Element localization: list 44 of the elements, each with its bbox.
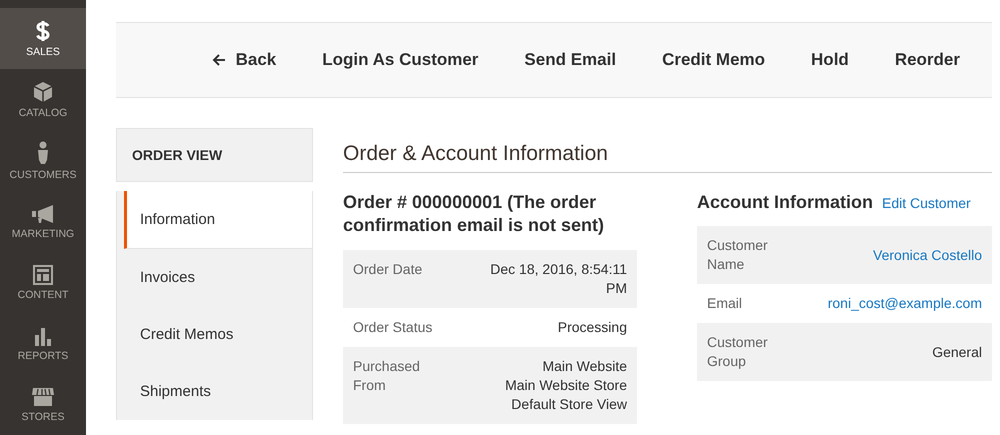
order-title: Order # 000000001 (The order confirmation email is not sent) bbox=[343, 191, 606, 238]
row-value: Default Store View bbox=[511, 394, 627, 414]
sidebar-item[interactable]: MARKETING bbox=[0, 191, 86, 252]
row-label: Customer Group bbox=[707, 333, 769, 372]
row-value: Dec 18, 2016, 8:54:11 PM bbox=[489, 260, 627, 298]
layout-icon bbox=[33, 264, 53, 284]
account-title: Account Information bbox=[697, 191, 873, 214]
toolbar-button[interactable]: Send Email bbox=[524, 50, 616, 70]
row-value: Main Website bbox=[542, 356, 627, 376]
sidebar-item[interactable]: SALES bbox=[0, 8, 86, 69]
nav-tab[interactable]: Invoices bbox=[124, 249, 312, 306]
toolbar-button[interactable]: Reorder bbox=[894, 50, 960, 70]
sidebar-item[interactable]: CUSTOMERS bbox=[0, 130, 86, 191]
sidebar-item[interactable]: CONTENT bbox=[0, 252, 86, 313]
sidebar-item[interactable]: REPORTS bbox=[0, 313, 86, 374]
nav-tab[interactable]: Credit Memos bbox=[124, 306, 312, 363]
toolbar-button[interactable]: Login As Customer bbox=[322, 50, 478, 70]
dollar-icon bbox=[35, 20, 51, 42]
row-value: General bbox=[931, 342, 982, 362]
megaphone-icon bbox=[31, 204, 55, 224]
toolbar-button[interactable]: Hold bbox=[811, 50, 849, 70]
row-link[interactable]: roni_cost@example.com bbox=[828, 294, 982, 314]
edit-customer-link[interactable]: Edit Customer bbox=[882, 195, 971, 211]
row-label: Order Date bbox=[353, 260, 424, 279]
row-link[interactable]: Veronica Costello bbox=[873, 246, 982, 265]
order-view-heading: ORDER VIEW bbox=[116, 128, 313, 182]
box-icon bbox=[33, 80, 53, 102]
nav-tab[interactable]: Information bbox=[124, 191, 312, 249]
row-label: Purchased From bbox=[353, 356, 421, 395]
person-icon bbox=[37, 140, 49, 164]
row-value: Processing bbox=[558, 318, 627, 337]
row-value: Main Website Store bbox=[505, 376, 627, 395]
nav-tab[interactable]: Shipments bbox=[124, 363, 312, 420]
sidebar-item[interactable]: CATALOG bbox=[0, 69, 86, 130]
toolbar-button[interactable]: Credit Memo bbox=[662, 50, 766, 70]
bar-chart-icon bbox=[33, 326, 53, 346]
row-label: Email bbox=[707, 294, 744, 314]
row-label: Order Status bbox=[353, 318, 434, 337]
sidebar-item[interactable]: STORES bbox=[0, 374, 86, 435]
row-label: Customer Name bbox=[707, 236, 769, 274]
section-title: Order & Account Information bbox=[343, 128, 992, 173]
back-button[interactable]: Back bbox=[212, 50, 276, 70]
storefront-icon bbox=[31, 386, 55, 406]
left-arrow-icon bbox=[212, 54, 226, 66]
